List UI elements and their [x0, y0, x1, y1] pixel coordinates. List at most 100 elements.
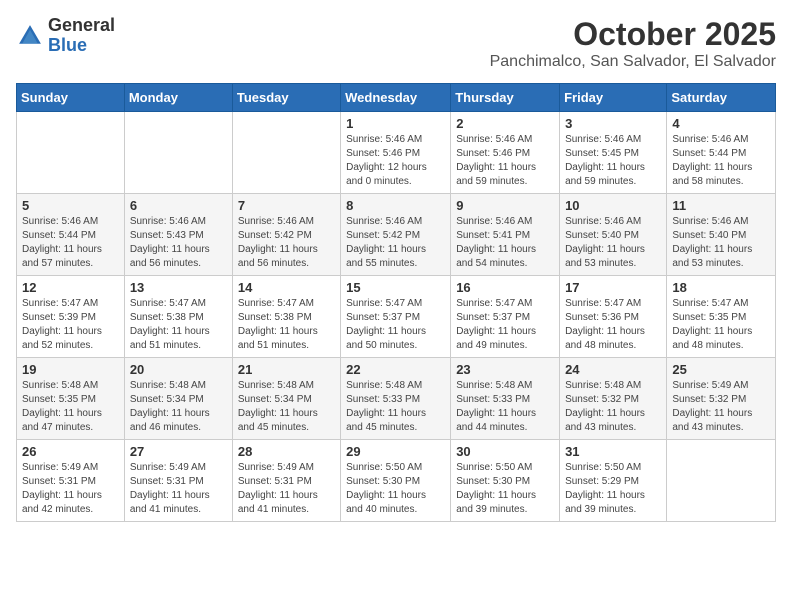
day-info: Sunrise: 5:48 AMSunset: 5:32 PMDaylight:…: [565, 379, 661, 435]
sunset-text: Sunset: 5:38 PM: [238, 312, 312, 323]
calendar-cell: 3Sunrise: 5:46 AMSunset: 5:45 PMDaylight…: [560, 112, 667, 194]
sunrise-text: Sunrise: 5:48 AM: [130, 380, 206, 391]
calendar-cell: 10Sunrise: 5:46 AMSunset: 5:40 PMDayligh…: [560, 194, 667, 276]
sunset-text: Sunset: 5:42 PM: [346, 230, 420, 241]
logo-icon: [16, 22, 44, 50]
day-number: 26: [22, 444, 119, 459]
day-number: 28: [238, 444, 335, 459]
sunrise-text: Sunrise: 5:47 AM: [22, 298, 98, 309]
page-header: General Blue October 2025 Panchimalco, S…: [16, 16, 776, 71]
daylight-text: Daylight: 11 hours and 47 minutes.: [22, 408, 102, 433]
sunrise-text: Sunrise: 5:47 AM: [346, 298, 422, 309]
calendar-cell: 11Sunrise: 5:46 AMSunset: 5:40 PMDayligh…: [667, 194, 776, 276]
location-title: Panchimalco, San Salvador, El Salvador: [490, 53, 776, 71]
day-number: 19: [22, 362, 119, 377]
calendar-cell: 30Sunrise: 5:50 AMSunset: 5:30 PMDayligh…: [451, 440, 560, 522]
sunset-text: Sunset: 5:32 PM: [672, 394, 746, 405]
sunset-text: Sunset: 5:33 PM: [456, 394, 530, 405]
day-info: Sunrise: 5:46 AMSunset: 5:42 PMDaylight:…: [238, 215, 335, 271]
daylight-text: Daylight: 11 hours and 45 minutes.: [238, 408, 318, 433]
day-number: 2: [456, 116, 554, 131]
calendar-cell: [232, 112, 340, 194]
day-info: Sunrise: 5:47 AMSunset: 5:37 PMDaylight:…: [456, 297, 554, 353]
sunrise-text: Sunrise: 5:47 AM: [456, 298, 532, 309]
day-info: Sunrise: 5:46 AMSunset: 5:45 PMDaylight:…: [565, 133, 661, 189]
daylight-text: Daylight: 11 hours and 49 minutes.: [456, 326, 536, 351]
sunrise-text: Sunrise: 5:48 AM: [456, 380, 532, 391]
day-number: 22: [346, 362, 445, 377]
day-info: Sunrise: 5:50 AMSunset: 5:30 PMDaylight:…: [346, 461, 445, 517]
sunset-text: Sunset: 5:33 PM: [346, 394, 420, 405]
day-info: Sunrise: 5:49 AMSunset: 5:31 PMDaylight:…: [238, 461, 335, 517]
day-info: Sunrise: 5:48 AMSunset: 5:34 PMDaylight:…: [238, 379, 335, 435]
day-number: 11: [672, 198, 770, 213]
day-number: 5: [22, 198, 119, 213]
daylight-text: Daylight: 11 hours and 44 minutes.: [456, 408, 536, 433]
day-number: 17: [565, 280, 661, 295]
daylight-text: Daylight: 11 hours and 41 minutes.: [238, 490, 318, 515]
daylight-text: Daylight: 11 hours and 46 minutes.: [130, 408, 210, 433]
day-info: Sunrise: 5:48 AM Sunset: 5:33 PM Daylight:…: [456, 379, 554, 435]
day-number: 25: [672, 362, 770, 377]
daylight-text: Daylight: 11 hours and 48 minutes.: [672, 326, 752, 351]
sunset-text: Sunset: 5:46 PM: [456, 148, 530, 159]
daylight-text: Daylight: 11 hours and 57 minutes.: [22, 244, 102, 269]
weekday-header-friday: Friday: [560, 84, 667, 112]
sunrise-text: Sunrise: 5:48 AM: [22, 380, 98, 391]
day-info: Sunrise: 5:47 AMSunset: 5:38 PMDaylight:…: [238, 297, 335, 353]
sunset-text: Sunset: 5:40 PM: [565, 230, 639, 241]
daylight-text: Daylight: 11 hours and 54 minutes.: [456, 244, 536, 269]
title-section: October 2025 Panchimalco, San Salvador, …: [490, 16, 776, 71]
daylight-text: Daylight: 11 hours and 40 minutes.: [346, 490, 426, 515]
day-number: 16: [456, 280, 554, 295]
sunset-text: Sunset: 5:40 PM: [672, 230, 746, 241]
day-info: Sunrise: 5:46 AMSunset: 5:43 PMDaylight:…: [130, 215, 227, 271]
calendar-cell: 19 Sunrise: 5:48 AM Sunset: 5:35 PM Dayligh…: [17, 358, 125, 440]
daylight-text: Daylight: 11 hours and 48 minutes.: [565, 326, 645, 351]
day-number: 12: [22, 280, 119, 295]
sunset-text: Sunset: 5:31 PM: [22, 476, 96, 487]
calendar-cell: 17 Sunrise: 5:47 AMSunset: 5:36 PMDayligh…: [560, 276, 667, 358]
calendar-cell: 15Sunrise: 5:47 AMSunset: 5:37 PMDayligh…: [341, 276, 451, 358]
day-number: 23: [456, 362, 554, 377]
week-row-2: 12 Sunrise: 5:47 AM Sunset: 5:39 PM Dayligh…: [17, 276, 776, 358]
calendar-cell: 24 Sunrise: 5:48 AMSunset: 5:32 PMDayligh…: [560, 358, 667, 440]
logo-general-text: General: [48, 16, 115, 36]
sunrise-text: Sunrise: 5:46 AM: [130, 216, 206, 227]
day-number: 13: [130, 280, 227, 295]
daylight-text: Daylight: 11 hours and 43 minutes.: [565, 408, 645, 433]
sunset-text: Sunset: 5:39 PM: [22, 312, 96, 323]
calendar-cell: 7 Sunrise: 5:46 AMSunset: 5:42 PMDaylight…: [232, 194, 340, 276]
calendar-cell: 18Sunrise: 5:47 AMSunset: 5:35 PMDayligh…: [667, 276, 776, 358]
logo-blue-text: Blue: [48, 36, 115, 56]
day-info: Sunrise: 5:48 AMSunset: 5:34 PMDaylight:…: [130, 379, 227, 435]
day-info: Sunrise: 5:46 AMSunset: 5:40 PMDaylight:…: [565, 215, 661, 271]
sunrise-text: Sunrise: 5:46 AM: [565, 134, 641, 145]
day-number: 9: [456, 198, 554, 213]
day-number: 24: [565, 362, 661, 377]
daylight-text: Daylight: 11 hours and 39 minutes.: [456, 490, 536, 515]
calendar-cell: 25Sunrise: 5:49 AMSunset: 5:32 PMDayligh…: [667, 358, 776, 440]
sunset-text: Sunset: 5:30 PM: [456, 476, 530, 487]
calendar-cell: 5Sunrise: 5:46 AMSunset: 5:44 PMDaylight…: [17, 194, 125, 276]
day-number: 27: [130, 444, 227, 459]
calendar-cell: 27 Sunrise: 5:49 AMSunset: 5:31 PMDayligh…: [124, 440, 232, 522]
sunrise-text: Sunrise: 5:47 AM: [130, 298, 206, 309]
daylight-text: Daylight: 12 hours and 0 minutes.: [346, 162, 427, 187]
sunset-text: Sunset: 5:35 PM: [22, 394, 96, 405]
sunset-text: Sunset: 5:34 PM: [238, 394, 312, 405]
sunrise-text: Sunrise: 5:46 AM: [346, 134, 422, 145]
day-number: 7: [238, 198, 335, 213]
calendar-cell: 1Sunrise: 5:46 AMSunset: 5:46 PMDaylight…: [341, 112, 451, 194]
daylight-text: Daylight: 11 hours and 51 minutes.: [238, 326, 318, 351]
day-info: Sunrise: 5:49 AMSunset: 5:31 PMDaylight:…: [130, 461, 227, 517]
calendar-cell: 2Sunrise: 5:46 AMSunset: 5:46 PMDaylight…: [451, 112, 560, 194]
sunrise-text: Sunrise: 5:46 AM: [456, 134, 532, 145]
day-number: 8: [346, 198, 445, 213]
calendar-cell: 20Sunrise: 5:48 AMSunset: 5:34 PMDayligh…: [124, 358, 232, 440]
daylight-text: Daylight: 11 hours and 53 minutes.: [565, 244, 645, 269]
sunrise-text: Sunrise: 5:47 AM: [565, 298, 641, 309]
day-info: Sunrise: 5:47 AMSunset: 5:36 PMDaylight:…: [565, 297, 661, 353]
weekday-header-thursday: Thursday: [451, 84, 560, 112]
sunset-text: Sunset: 5:32 PM: [565, 394, 639, 405]
